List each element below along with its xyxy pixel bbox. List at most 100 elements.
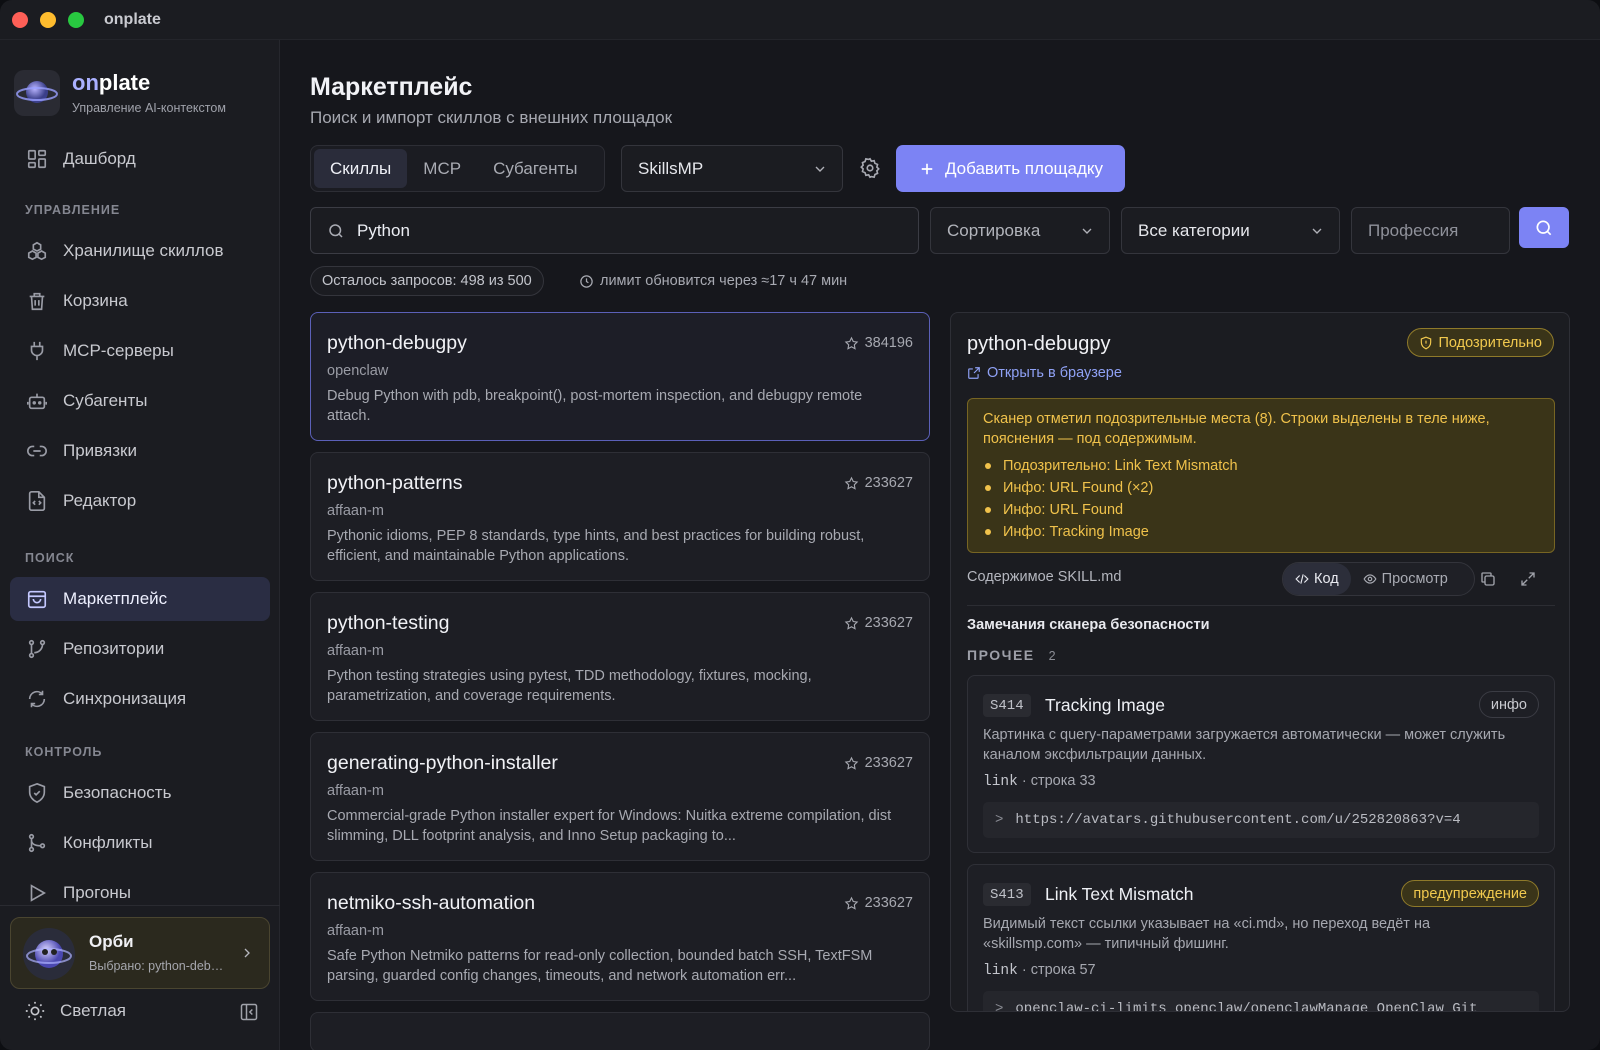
sidebar-item-label: Безопасность (63, 783, 172, 802)
orbi-name: Орби (89, 932, 134, 951)
sidebar-item-sync[interactable]: Синхронизация (10, 677, 270, 721)
skill-description: Safe Python Netmiko patterns for read-on… (327, 948, 873, 984)
quota-reset: лимит обновится через ≈17 ч 47 мин (579, 273, 847, 289)
category-select[interactable]: Все категории (1121, 207, 1340, 254)
star-count: 233627 (844, 895, 913, 911)
close-window-button[interactable] (12, 12, 28, 28)
code-icon (1295, 574, 1309, 584)
star-icon (844, 896, 858, 910)
main-content: Маркетплейс Поиск и импорт скиллов с вне… (281, 40, 1600, 1050)
marketplace-select[interactable]: SkillsMP (621, 145, 843, 192)
chevron-down-icon (1312, 228, 1322, 234)
result-card[interactable]: python-patterns 233627 affaan-m Pythonic… (310, 452, 930, 581)
marketplace-select-value: SkillsMP (638, 158, 704, 178)
star-count: 384196 (844, 335, 913, 351)
sidebar-item-editor[interactable]: Редактор (10, 479, 270, 523)
brand-subtitle: Управление AI-контекстом (72, 101, 226, 115)
sidebar-item-security[interactable]: Безопасность (10, 771, 270, 815)
play-icon (30, 884, 46, 902)
code-view-button[interactable]: Код (1283, 563, 1351, 595)
issue-title: Link Text Mismatch (1045, 884, 1194, 904)
plug-icon (30, 341, 44, 361)
sort-select[interactable]: Сортировка (930, 207, 1110, 254)
star-icon (844, 336, 858, 350)
tab-skills[interactable]: Скиллы (314, 149, 408, 188)
sidebar: onplate Управление AI-контекстом Дашборд… (0, 40, 280, 1050)
preview-view-button[interactable]: Просмотр (1351, 563, 1460, 595)
sidebar-item-label: Редактор (63, 491, 137, 510)
search-input[interactable] (357, 220, 877, 241)
sidebar-item-repositories[interactable]: Репозитории (10, 627, 270, 671)
star-icon (844, 616, 858, 630)
open-in-browser-link[interactable]: Открыть в браузере (967, 365, 1122, 381)
skill-author: openclaw (327, 363, 389, 379)
skill-author: affaan-m (327, 643, 384, 659)
cube-stack-icon (27, 241, 47, 261)
search-field[interactable] (310, 207, 919, 254)
skill-name: netmiko-ssh-automation (327, 892, 536, 914)
severity-badge: предупреждение (1401, 880, 1539, 907)
suspicious-badge: Подозрительно (1406, 328, 1554, 357)
sidebar-item-mcp-servers[interactable]: MCP-серверы (10, 329, 270, 373)
issue-code: S413 (983, 883, 1031, 906)
content-label: Содержимое SKILL.md (967, 569, 1122, 585)
collapse-sidebar-icon[interactable] (239, 1002, 259, 1022)
orbi-avatar (23, 928, 75, 980)
scanner-warning: Сканер отметил подозрительные места (8).… (967, 398, 1555, 553)
sidebar-item-label: Маркетплейс (63, 589, 168, 608)
star-count: 233627 (844, 475, 913, 491)
scanner-issue: S414 Tracking Image инфо Картинка с quer… (967, 675, 1555, 853)
expand-icon[interactable] (1519, 570, 1537, 588)
minimize-window-button[interactable] (40, 12, 56, 28)
result-card-partial[interactable] (310, 1012, 930, 1050)
result-card[interactable]: python-debugpy 384196 openclaw Debug Pyt… (310, 312, 930, 441)
page-subtitle: Поиск и импорт скиллов с внешних площадо… (310, 108, 673, 127)
chevron-down-icon (1082, 228, 1092, 234)
issue-code: S414 (983, 694, 1031, 717)
sidebar-item-label: Субагенты (63, 391, 148, 410)
eye-icon (1363, 574, 1377, 584)
issue-snippet: > https://avatars.githubusercontent.com/u… (983, 802, 1539, 838)
warning-item: Инфо: URL Found (×2) (983, 477, 1539, 499)
add-marketplace-button[interactable]: Добавить площадку (896, 145, 1125, 192)
divider (967, 605, 1555, 606)
skill-author: affaan-m (327, 503, 384, 519)
skill-description: Pythonic idioms, PEP 8 standards, type h… (327, 528, 865, 564)
sidebar-item-label: MCP-серверы (63, 341, 174, 360)
sidebar-item-skill-storage[interactable]: Хранилище скиллов (10, 229, 270, 273)
view-toggle: Код Просмотр (1282, 562, 1475, 596)
clock-icon (580, 274, 593, 288)
search-button[interactable] (1519, 207, 1569, 248)
sidebar-item-trash[interactable]: Корзина (10, 279, 270, 323)
orbi-assistant-card[interactable]: Орби Выбрано: python-debugpy (10, 917, 270, 989)
sidebar-item-dashboard[interactable]: Дашборд (10, 137, 270, 181)
star-count: 233627 (844, 755, 913, 771)
skill-description: Debug Python with pdb, breakpoint(), pos… (327, 388, 863, 424)
result-card[interactable]: python-testing 233627 affaan-m Python te… (310, 592, 930, 721)
tab-subagents[interactable]: Субагенты (477, 149, 593, 188)
gear-icon[interactable] (859, 157, 881, 179)
sidebar-item-runs[interactable]: Прогоны (10, 871, 270, 915)
quota-reset-text: лимит обновится через ≈17 ч 47 мин (600, 273, 848, 289)
sidebar-item-label: Дашборд (63, 149, 136, 168)
tab-mcp[interactable]: MCP (407, 149, 477, 188)
detail-title: python-debugpy (967, 333, 1111, 355)
result-card[interactable]: generating-python-installer 233627 affaa… (310, 732, 930, 861)
profession-input[interactable]: Профессия (1351, 207, 1510, 254)
copy-icon[interactable] (1479, 570, 1497, 588)
maximize-window-button[interactable] (68, 12, 84, 28)
star-count: 233627 (844, 615, 913, 631)
sidebar-item-conflicts[interactable]: Конфликты (10, 821, 270, 865)
sidebar-item-label: Корзина (63, 291, 128, 310)
scanner-warning-list: Подозрительно: Link Text Mismatch Инфо: … (983, 455, 1539, 543)
sidebar-item-marketplace[interactable]: Маркетплейс (10, 577, 270, 621)
skill-description: Python testing strategies using pytest, … (327, 668, 812, 704)
result-card[interactable]: netmiko-ssh-automation 233627 affaan-m S… (310, 872, 930, 1001)
sidebar-item-label: Прогоны (63, 883, 132, 902)
git-branch-icon (28, 639, 46, 659)
sidebar-item-bindings[interactable]: Привязки (10, 429, 270, 473)
severity-badge: инфо (1478, 691, 1539, 718)
app-window: onplate onplate Управление AI-контекстом… (0, 0, 1600, 1050)
sidebar-item-subagents[interactable]: Субагенты (10, 379, 270, 423)
theme-toggle[interactable]: Светлая (24, 1000, 126, 1022)
